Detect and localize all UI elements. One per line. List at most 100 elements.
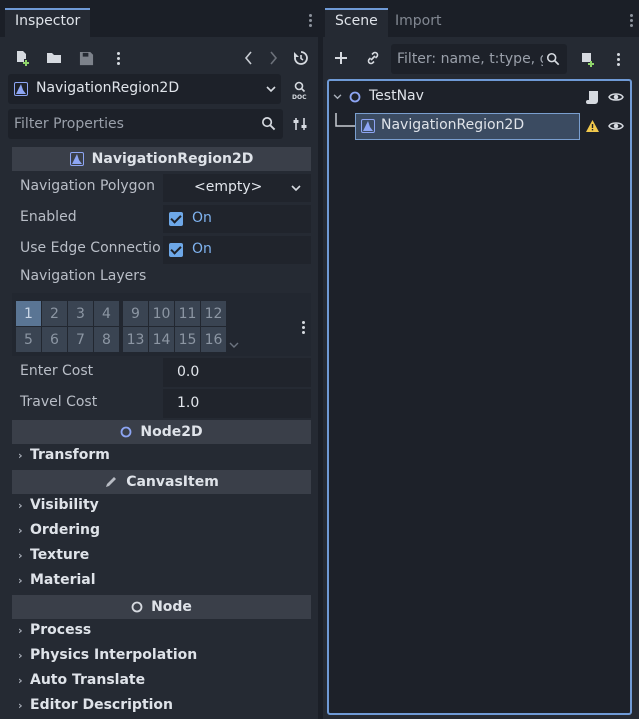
prop-label-edge-connections: Use Edge Connectio — [20, 240, 161, 256]
section-node2d[interactable]: Node2D — [12, 420, 311, 444]
group-label: Editor Description — [30, 697, 174, 713]
enter-cost-value: 0.0 — [177, 364, 200, 380]
filter-properties-field[interactable] — [8, 109, 283, 139]
instantiate-scene-link-icon[interactable] — [362, 47, 384, 69]
edge-connections-checkbox-row[interactable]: On — [163, 236, 311, 264]
layers-expand-chevron-icon[interactable] — [229, 342, 239, 349]
attach-script-icon[interactable] — [576, 48, 598, 70]
scene-tab-menu-icon[interactable] — [630, 14, 634, 29]
layer-cell[interactable]: 1 — [16, 301, 41, 326]
prop-label-enter-cost: Enter Cost — [20, 363, 94, 379]
layers-menu-icon[interactable] — [292, 316, 314, 338]
enabled-checkbox-row[interactable]: On — [163, 205, 311, 233]
scene-tree — [327, 79, 632, 715]
node-selector-label: NavigationRegion2D — [36, 80, 180, 96]
tree-item-testnav[interactable]: TestNav — [369, 88, 424, 104]
visibility-eye-icon[interactable] — [605, 115, 627, 137]
history-forward-icon[interactable] — [262, 47, 284, 69]
section-canvas-item[interactable]: CanvasItem — [12, 470, 311, 494]
section-navigation-region[interactable]: NavigationRegion2D — [12, 147, 311, 171]
layer-cell[interactable]: 9 — [123, 301, 148, 326]
layer-cell[interactable]: 3 — [68, 301, 93, 326]
new-resource-icon[interactable] — [11, 47, 33, 69]
group-auto-translate[interactable]: › Auto Translate — [18, 672, 145, 688]
layer-cell[interactable]: 16 — [201, 327, 226, 352]
layer-cell[interactable]: 2 — [42, 301, 67, 326]
group-material[interactable]: › Material — [18, 572, 96, 588]
tab-scene[interactable]: Scene — [325, 8, 388, 37]
add-node-icon[interactable] — [330, 47, 352, 69]
inspector-panel: Inspector NavigationRegion2D DOC Navig — [0, 0, 318, 719]
save-icon[interactable] — [75, 47, 97, 69]
group-physics-interpolation[interactable]: › Physics Interpolation — [18, 647, 197, 663]
layer-cell[interactable]: 6 — [42, 327, 67, 352]
scene-more-icon[interactable] — [607, 48, 629, 70]
chevron-right-icon: › — [18, 548, 23, 562]
group-process[interactable]: › Process — [18, 622, 91, 638]
chevron-right-icon: › — [18, 698, 23, 712]
group-label: Texture — [30, 547, 90, 563]
inspector-tab-menu-icon[interactable] — [309, 14, 313, 29]
group-transform[interactable]: › Transform — [18, 447, 110, 463]
section-label: Node — [151, 599, 192, 615]
group-ordering[interactable]: › Ordering — [18, 522, 100, 538]
group-label: Auto Translate — [30, 672, 146, 688]
layer-cell[interactable]: 13 — [123, 327, 148, 352]
chevron-right-icon: › — [18, 498, 23, 512]
tree-item-navigation-region[interactable]: NavigationRegion2D — [381, 117, 524, 133]
chevron-right-icon: › — [18, 673, 23, 687]
warning-icon[interactable] — [581, 115, 603, 137]
section-label: NavigationRegion2D — [91, 151, 254, 167]
group-editor-description[interactable]: › Editor Description — [18, 697, 173, 713]
open-folder-icon[interactable] — [43, 47, 65, 69]
group-label: Visibility — [30, 497, 99, 513]
scene-filter-field[interactable] — [391, 44, 567, 74]
search-icon — [546, 52, 560, 66]
tab-inspector[interactable]: Inspector — [5, 8, 91, 37]
layer-cell[interactable]: 11 — [175, 301, 200, 326]
node2d-circle-icon — [349, 91, 361, 103]
layer-cell[interactable]: 12 — [201, 301, 226, 326]
object-history-icon[interactable] — [290, 47, 312, 69]
layer-cell[interactable]: 14 — [149, 327, 174, 352]
edge-connections-checkbox[interactable] — [169, 243, 183, 257]
group-visibility[interactable]: › Visibility — [18, 497, 99, 513]
node-selector[interactable]: NavigationRegion2D — [8, 74, 281, 104]
chevron-right-icon: › — [18, 623, 23, 637]
travel-cost-value: 1.0 — [177, 395, 200, 411]
scene-filter-input[interactable] — [397, 49, 543, 69]
collapse-arrow-icon[interactable] — [333, 94, 342, 100]
property-tools-icon[interactable] — [289, 113, 311, 135]
prop-label-travel-cost: Travel Cost — [20, 394, 98, 410]
tab-import[interactable]: Import — [385, 8, 451, 37]
filter-properties-input[interactable] — [14, 114, 254, 134]
group-label: Physics Interpolation — [30, 647, 198, 663]
prop-label-navigation-polygon: Navigation Polygon — [20, 178, 155, 194]
tree-connector-line — [335, 113, 356, 127]
section-label: CanvasItem — [126, 474, 219, 490]
layer-cell[interactable]: 7 — [68, 327, 93, 352]
section-node[interactable]: Node — [12, 595, 311, 619]
travel-cost-field[interactable]: 1.0 — [163, 389, 311, 418]
visibility-eye-icon[interactable] — [605, 86, 627, 108]
enabled-value: On — [192, 210, 212, 226]
inspector-tabbar: Inspector — [0, 0, 318, 37]
layer-cell[interactable]: 5 — [16, 327, 41, 352]
layer-cell[interactable]: 8 — [94, 327, 119, 352]
group-label: Process — [30, 622, 92, 638]
layer-cell[interactable]: 10 — [149, 301, 174, 326]
enabled-checkbox[interactable] — [169, 212, 183, 226]
prop-label-navigation-layers: Navigation Layers — [20, 268, 147, 284]
layer-cell[interactable]: 4 — [94, 301, 119, 326]
group-texture[interactable]: › Texture — [18, 547, 89, 563]
node-circle-icon — [131, 601, 143, 613]
prop-label-enabled: Enabled — [20, 209, 77, 225]
navigation-polygon-picker[interactable]: <empty> — [163, 174, 311, 202]
open-documentation-icon[interactable]: DOC — [289, 79, 313, 101]
script-icon[interactable] — [582, 86, 604, 108]
chevron-right-icon: › — [18, 523, 23, 537]
inspector-more-icon[interactable] — [107, 47, 129, 69]
enter-cost-field[interactable]: 0.0 — [163, 358, 311, 387]
layer-cell[interactable]: 15 — [175, 327, 200, 352]
history-back-icon[interactable] — [238, 47, 260, 69]
